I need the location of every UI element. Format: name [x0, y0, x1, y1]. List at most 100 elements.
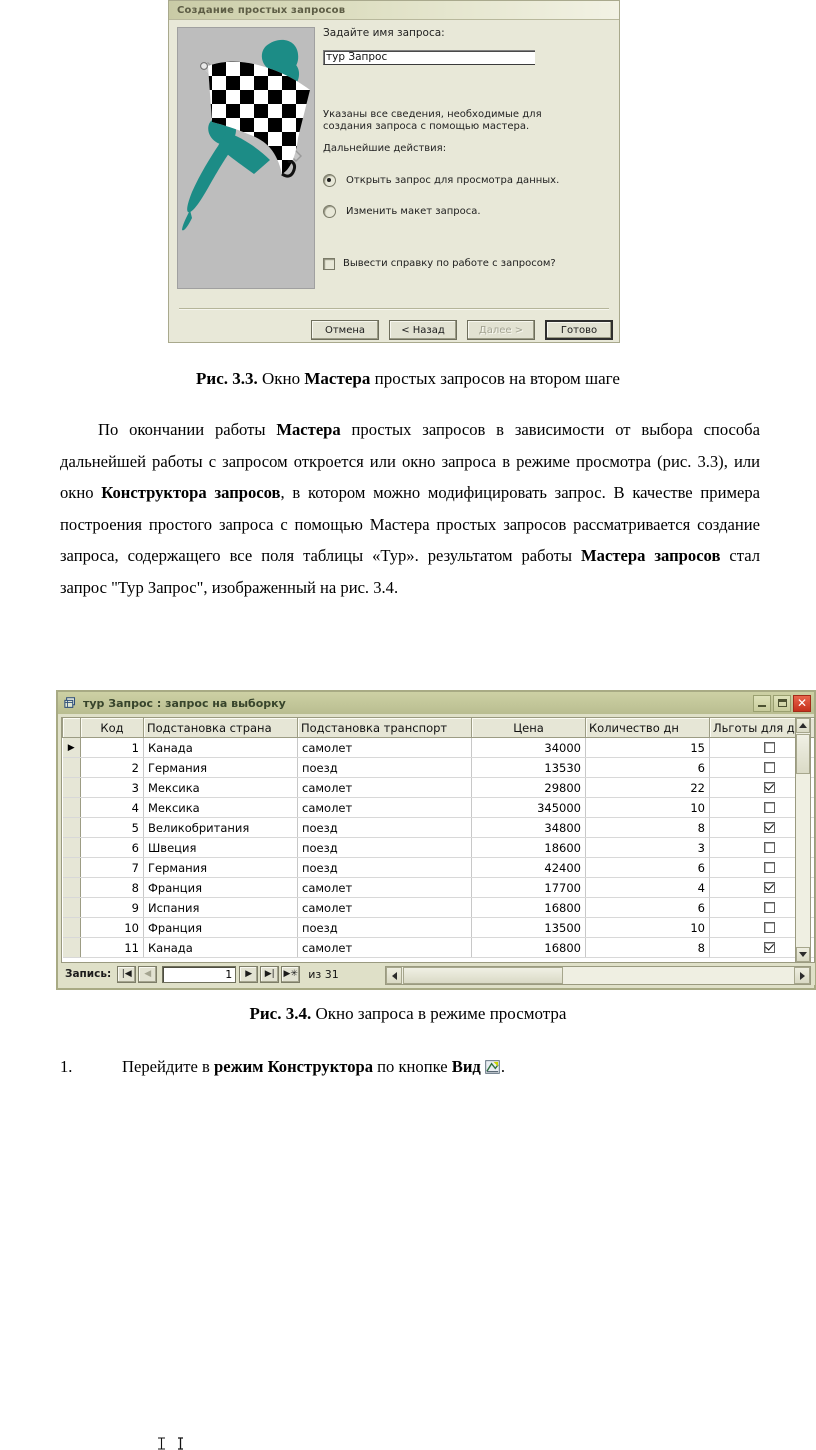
table-row[interactable]: 11 Канада самолет 16800 8 — [62, 937, 814, 958]
cancel-button[interactable]: Отмена — [311, 320, 379, 340]
cell-cena[interactable]: 18600 — [471, 837, 586, 858]
checkbox-unchecked-icon[interactable] — [763, 801, 775, 813]
cell-kod[interactable]: 3 — [80, 777, 144, 798]
checkbox-unchecked-icon[interactable] — [763, 761, 775, 773]
first-record-button[interactable]: |◀ — [117, 965, 137, 983]
table-row[interactable]: 9 Испания самолет 16800 6 — [62, 897, 814, 918]
checkbox-checked-icon[interactable] — [763, 781, 775, 793]
horizontal-scrollbar[interactable] — [385, 966, 811, 985]
cell-dney[interactable]: 15 — [585, 737, 710, 758]
cell-strana[interactable]: Франция — [143, 877, 298, 898]
cell-cena[interactable]: 17700 — [471, 877, 586, 898]
cell-transport[interactable]: самолет — [297, 877, 472, 898]
cell-cena[interactable]: 345000 — [471, 797, 586, 818]
table-row[interactable]: 8 Франция самолет 17700 4 — [62, 877, 814, 898]
table-row[interactable]: 2 Германия поезд 13530 6 — [62, 757, 814, 778]
scroll-left-button[interactable] — [386, 967, 402, 984]
cell-dney[interactable]: 10 — [585, 797, 710, 818]
cell-transport[interactable]: поезд — [297, 817, 472, 838]
cell-cena[interactable]: 34000 — [471, 737, 586, 758]
cell-kod[interactable]: 4 — [80, 797, 144, 818]
previous-record-button[interactable]: ◀ — [138, 965, 158, 983]
vertical-scrollbar[interactable] — [795, 717, 811, 963]
horizontal-scroll-thumb[interactable] — [403, 967, 563, 984]
back-button[interactable]: < Назад — [389, 320, 457, 340]
finish-button[interactable]: Готово — [545, 320, 613, 340]
column-header-strana[interactable]: Подстановка страна — [143, 718, 298, 738]
table-row[interactable]: 4 Мексика самолет 345000 10 — [62, 797, 814, 818]
radio-button-open-icon[interactable] — [323, 173, 336, 187]
cell-kod[interactable]: 6 — [80, 837, 144, 858]
checkbox-unchecked-icon[interactable] — [763, 921, 775, 933]
table-row[interactable]: 3 Мексика самолет 29800 22 — [62, 777, 814, 798]
checkbox-show-help[interactable]: Вывести справку по работе с запросом? — [323, 257, 611, 270]
checkbox-show-help-icon[interactable] — [323, 257, 335, 270]
cell-cena[interactable]: 29800 — [471, 777, 586, 798]
cell-dney[interactable]: 10 — [585, 917, 710, 938]
cell-strana[interactable]: Испания — [143, 897, 298, 918]
last-record-button[interactable]: ▶| — [260, 965, 280, 983]
cell-kod[interactable]: 8 — [80, 877, 144, 898]
vertical-scroll-thumb[interactable] — [796, 734, 810, 774]
cell-cena[interactable]: 34800 — [471, 817, 586, 838]
table-row[interactable]: 7 Германия поезд 42400 6 — [62, 857, 814, 878]
cell-strana[interactable]: Швеция — [143, 837, 298, 858]
table-row[interactable]: 10 Франция поезд 13500 10 — [62, 917, 814, 938]
current-record-input[interactable]: 1 — [162, 965, 237, 983]
cell-transport[interactable]: самолет — [297, 897, 472, 918]
query-name-input[interactable] — [323, 49, 535, 65]
row-selector[interactable]: ▶ — [62, 737, 81, 758]
row-selector[interactable] — [62, 877, 81, 898]
cell-transport[interactable]: поезд — [297, 757, 472, 778]
cell-cena[interactable]: 13500 — [471, 917, 586, 938]
cell-cena[interactable]: 16800 — [471, 897, 586, 918]
table-row[interactable]: 5 Великобритания поезд 34800 8 — [62, 817, 814, 838]
minimize-button[interactable] — [753, 694, 771, 712]
cell-cena[interactable]: 42400 — [471, 857, 586, 878]
cell-kod[interactable]: 2 — [80, 757, 144, 778]
cell-dney[interactable]: 4 — [585, 877, 710, 898]
select-all-header[interactable] — [62, 718, 81, 738]
cell-transport[interactable]: самолет — [297, 797, 472, 818]
row-selector[interactable] — [62, 797, 81, 818]
row-selector[interactable] — [62, 897, 81, 918]
row-selector[interactable] — [62, 777, 81, 798]
cell-kod[interactable]: 9 — [80, 897, 144, 918]
scroll-right-button[interactable] — [794, 967, 810, 984]
row-selector[interactable] — [62, 937, 81, 958]
cell-dney[interactable]: 3 — [585, 837, 710, 858]
checkbox-checked-icon[interactable] — [763, 941, 775, 953]
cell-kod[interactable]: 1 — [80, 737, 144, 758]
cell-dney[interactable]: 6 — [585, 757, 710, 778]
cell-kod[interactable]: 10 — [80, 917, 144, 938]
close-button[interactable]: ✕ — [793, 694, 811, 712]
cell-cena[interactable]: 16800 — [471, 937, 586, 958]
cell-kod[interactable]: 7 — [80, 857, 144, 878]
cell-strana[interactable]: Франция — [143, 917, 298, 938]
cell-transport[interactable]: самолет — [297, 737, 472, 758]
cell-strana[interactable]: Канада — [143, 937, 298, 958]
column-header-cena[interactable]: Цена — [471, 718, 586, 738]
cell-strana[interactable]: Мексика — [143, 777, 298, 798]
table-row[interactable]: ▶ 1 Канада самолет 34000 15 — [62, 737, 814, 758]
cell-transport[interactable]: поезд — [297, 917, 472, 938]
column-header-dney[interactable]: Количество дн — [585, 718, 710, 738]
cell-transport[interactable]: самолет — [297, 937, 472, 958]
cell-cena[interactable]: 13530 — [471, 757, 586, 778]
cell-kod[interactable]: 5 — [80, 817, 144, 838]
cell-dney[interactable]: 6 — [585, 857, 710, 878]
column-header-kod[interactable]: Код — [80, 718, 144, 738]
checkbox-unchecked-icon[interactable] — [763, 861, 775, 873]
next-record-button[interactable]: ▶ — [239, 965, 259, 983]
cell-strana[interactable]: Канада — [143, 737, 298, 758]
radio-option-open-query[interactable]: Открыть запрос для просмотра данных. — [323, 173, 611, 187]
checkbox-checked-icon[interactable] — [763, 881, 775, 893]
radio-button-modify-icon[interactable] — [323, 204, 336, 218]
cell-dney[interactable]: 6 — [585, 897, 710, 918]
cell-strana[interactable]: Германия — [143, 757, 298, 778]
row-selector[interactable] — [62, 817, 81, 838]
cell-strana[interactable]: Великобритания — [143, 817, 298, 838]
cell-strana[interactable]: Германия — [143, 857, 298, 878]
cell-dney[interactable]: 8 — [585, 817, 710, 838]
cell-strana[interactable]: Мексика — [143, 797, 298, 818]
